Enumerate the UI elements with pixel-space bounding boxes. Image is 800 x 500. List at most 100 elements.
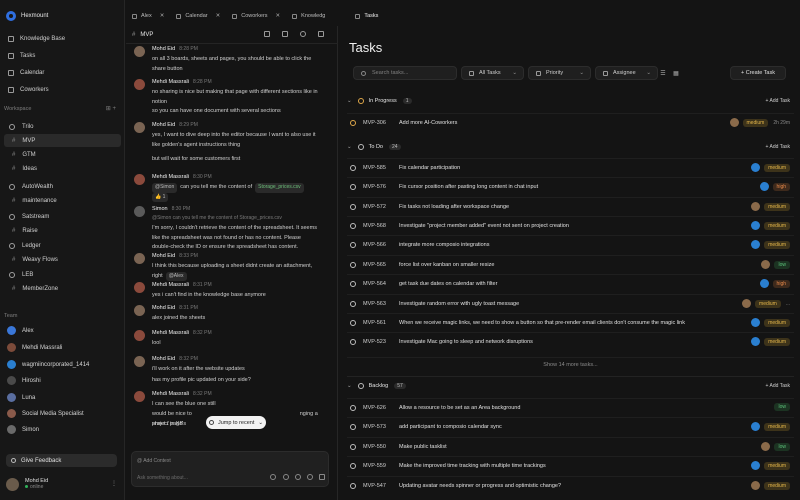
mic-icon[interactable] xyxy=(307,474,313,480)
give-feedback-button[interactable]: Give Feedback xyxy=(6,454,117,467)
phone-icon[interactable] xyxy=(318,31,324,37)
task-row[interactable]: MVP-550 Make public tasklist low xyxy=(347,437,794,455)
task-row[interactable]: MVP-566 integrate more composio integrati… xyxy=(347,235,794,253)
status-circle-icon[interactable] xyxy=(350,164,356,171)
assignee-filter[interactable]: Assignee ⌄ xyxy=(595,66,658,80)
sidebar-item-tasks[interactable]: Tasks xyxy=(4,49,121,63)
mention-icon[interactable] xyxy=(270,474,276,480)
assignee-avatar[interactable] xyxy=(761,442,771,451)
search-input[interactable]: Search tasks... xyxy=(353,66,457,80)
assignee-avatar[interactable] xyxy=(761,260,771,269)
tab-alex[interactable]: Alex ✕ xyxy=(126,8,170,24)
priority-badge[interactable]: medium xyxy=(764,422,790,431)
chevron-down-icon[interactable]: ⌄ xyxy=(347,383,352,389)
priority-badge[interactable]: high xyxy=(772,182,790,191)
priority-badge[interactable]: medium xyxy=(764,318,790,327)
status-circle-icon[interactable] xyxy=(350,222,356,229)
status-circle-icon[interactable] xyxy=(350,319,356,326)
assignee-avatar[interactable] xyxy=(742,299,752,308)
message-composer[interactable]: @ Add Context Ask something about... xyxy=(131,451,329,487)
task-row[interactable]: MVP-565 force list over kanban on smaller… xyxy=(347,255,794,273)
status-circle-icon[interactable] xyxy=(350,404,356,411)
status-circle-icon[interactable] xyxy=(350,119,356,126)
channel-gtm[interactable]: # GTM xyxy=(4,148,121,161)
chevron-down-icon[interactable]: ⌄ xyxy=(347,144,352,150)
team-member[interactable]: Luna xyxy=(4,390,121,405)
status-circle-icon[interactable] xyxy=(350,183,356,190)
task-row[interactable]: MVP-547 Updating avatar needs spinner or … xyxy=(347,476,794,494)
add-context-button[interactable]: @ Add Context xyxy=(137,458,171,464)
assignee-avatar[interactable] xyxy=(751,240,761,249)
assignee-avatar[interactable] xyxy=(751,481,761,490)
tab-calendar[interactable]: Calendar ✕ xyxy=(170,8,226,24)
workspace-switcher[interactable]: Hexmount xyxy=(6,9,119,22)
assignee-avatar[interactable] xyxy=(759,279,769,288)
close-icon[interactable]: ✕ xyxy=(216,13,221,19)
task-group-header[interactable]: ⌄ Backlog 57 + Add Task xyxy=(347,379,794,393)
priority-badge[interactable]: high xyxy=(772,279,790,288)
status-circle-icon[interactable] xyxy=(350,300,356,307)
task-row[interactable]: MVP-568 Investigate "project member added… xyxy=(347,216,794,234)
task-row[interactable]: MVP-573 add participant to composio calen… xyxy=(347,417,794,435)
assignee-avatar[interactable] xyxy=(751,461,761,470)
assignee-avatar[interactable] xyxy=(751,318,761,327)
task-group-header[interactable]: ⌄ To Do 24 + Add Task xyxy=(347,140,794,154)
priority-badge[interactable]: medium xyxy=(764,461,790,470)
team-member[interactable]: Social Media Specialist xyxy=(4,406,121,421)
channel-raise[interactable]: # Raise xyxy=(4,224,121,237)
emoji-icon[interactable] xyxy=(295,474,301,480)
assignee-avatar[interactable] xyxy=(751,337,761,346)
task-row[interactable]: MVP-563 Investigate random error with ugl… xyxy=(347,294,794,312)
show-more-button[interactable]: Show 14 more tasks... xyxy=(347,357,794,371)
priority-badge[interactable]: low xyxy=(774,442,790,451)
pin-icon[interactable] xyxy=(264,31,270,37)
status-circle-icon[interactable] xyxy=(350,423,356,430)
create-task-button[interactable]: + Create Task xyxy=(730,66,786,80)
task-row[interactable]: MVP-576 Fix cursor position after pasting… xyxy=(347,177,794,195)
assignee-avatar[interactable] xyxy=(759,182,769,191)
task-row[interactable]: MVP-523 Investigate Mac going to sleep an… xyxy=(347,332,794,350)
priority-filter[interactable]: Priority ⌄ xyxy=(528,66,591,80)
status-circle-icon[interactable] xyxy=(350,338,356,345)
tab-coworkers[interactable]: Coworkers ✕ xyxy=(226,8,286,24)
add-task-button[interactable]: + Add Task xyxy=(765,144,790,150)
sidebar-item-knowledge-base[interactable]: Knowledge Base xyxy=(4,32,121,46)
assignee-avatar[interactable] xyxy=(751,422,761,431)
task-group-header[interactable]: ⌄ In Progress 1 + Add Task xyxy=(347,94,794,108)
priority-badge[interactable]: medium xyxy=(742,118,769,127)
list-view-icon[interactable]: ☰ xyxy=(657,66,669,80)
current-user[interactable]: Mohd Eid online ⋮ xyxy=(6,474,119,494)
assignee-avatar[interactable] xyxy=(751,163,761,172)
team-member[interactable]: wagmiincorporated_1414 xyxy=(4,357,121,372)
assignee-avatar[interactable] xyxy=(729,118,739,127)
priority-badge[interactable]: low xyxy=(774,260,790,269)
attach-icon[interactable] xyxy=(283,474,289,480)
file-chip[interactable]: Storage_prices.csv xyxy=(255,183,304,193)
assignee-avatar[interactable] xyxy=(751,202,761,211)
priority-badge[interactable]: low xyxy=(774,403,790,411)
mention-chip[interactable]: @Alex xyxy=(165,271,187,281)
status-circle-icon[interactable] xyxy=(350,241,356,248)
workspace-group-ledger[interactable]: Ledger xyxy=(4,239,121,252)
sidebar-item-coworkers[interactable]: Coworkers xyxy=(4,83,121,97)
priority-badge[interactable]: medium xyxy=(764,221,790,230)
all-tasks-filter[interactable]: All Tasks ⌄ xyxy=(461,66,524,80)
task-row[interactable]: MVP-561 When we receive magic links, we n… xyxy=(347,313,794,331)
priority-badge[interactable]: medium xyxy=(764,163,790,172)
status-circle-icon[interactable] xyxy=(350,261,356,268)
close-icon[interactable]: ✕ xyxy=(276,13,281,19)
add-task-button[interactable]: + Add Task xyxy=(765,98,790,104)
team-member[interactable]: Mehdi Massrali xyxy=(4,340,121,355)
more-icon[interactable]: ⋮ xyxy=(111,480,117,487)
channel-maintenance[interactable]: # maintenance xyxy=(4,194,121,207)
priority-badge[interactable]: medium xyxy=(755,299,781,308)
add-task-button[interactable]: + Add Task xyxy=(765,383,790,389)
tab-knowledge[interactable]: Knowledg xyxy=(286,8,331,24)
team-member[interactable]: Alex xyxy=(4,323,121,338)
team-member[interactable]: Hiroshi xyxy=(4,373,121,388)
reaction-chip[interactable]: 👍 1 xyxy=(152,192,169,202)
message-input[interactable]: Ask something about... xyxy=(137,475,188,481)
sidebar-item-calendar[interactable]: Calendar xyxy=(4,66,121,80)
priority-badge[interactable]: medium xyxy=(764,202,790,211)
settings-icon[interactable] xyxy=(300,31,306,37)
